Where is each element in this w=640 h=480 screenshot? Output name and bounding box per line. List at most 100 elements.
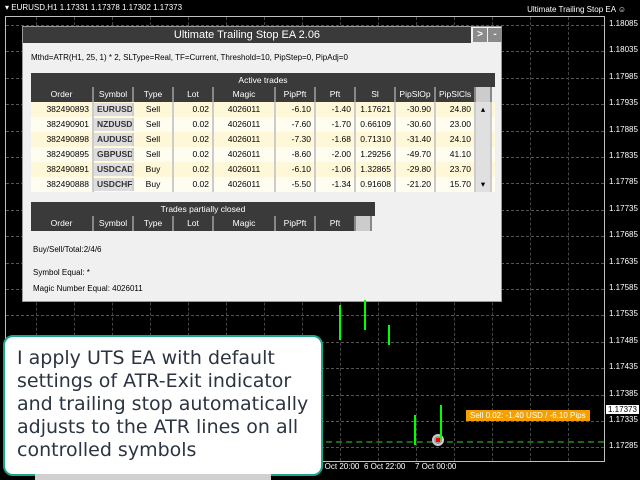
current-price: 1.17373 <box>606 405 639 414</box>
table-cell: 0.02 <box>174 102 214 117</box>
table-cell: Buy <box>134 162 174 177</box>
panel-title: Ultimate Trailing Stop EA 2.06 <box>23 27 471 43</box>
column-header[interactable]: Lot <box>174 216 214 231</box>
symbol-info: ▾ EURUSD,H1 1.17331 1.17378 1.17302 1.17… <box>5 3 183 12</box>
column-header[interactable]: Order <box>31 216 94 231</box>
price-label: 1.17535 <box>609 309 638 319</box>
table-cell: -30.90 <box>396 102 436 117</box>
column-header[interactable]: Magic <box>214 87 276 102</box>
column-header[interactable]: Lot <box>174 87 214 102</box>
partial-trades-title: Trades partially closed <box>31 202 375 216</box>
minimize-button[interactable]: - <box>488 28 502 42</box>
price-label: 1.17435 <box>609 362 638 372</box>
scrollbar-track[interactable] <box>476 162 492 177</box>
column-header[interactable]: Type <box>134 216 174 231</box>
table-cell: -8.60 <box>276 147 316 162</box>
candle <box>388 325 390 345</box>
price-label: 1.17785 <box>609 177 638 187</box>
table-cell: 1.29256 <box>356 147 396 162</box>
table-cell: -49.70 <box>396 147 436 162</box>
table-cell: 382490891 <box>31 162 94 177</box>
table-cell: -30.60 <box>396 117 436 132</box>
symbol-button[interactable]: USDCAD <box>94 163 134 176</box>
table-cell: 0.02 <box>174 132 214 147</box>
column-header[interactable]: PipSlOp <box>396 87 436 102</box>
table-row[interactable]: 382490895 GBPUSD Sell 0.02 4026011 -8.60 -2.00… <box>31 147 495 162</box>
active-trades-table: Active trades Order Symbol Type Lot Magic Pip… <box>31 73 495 192</box>
table-cell: 24.80 <box>436 102 476 117</box>
column-header[interactable]: PipPft <box>276 216 316 231</box>
stop-loss-line <box>316 441 604 443</box>
symbol-button[interactable]: AUDUSD <box>94 133 134 146</box>
caption-callout: I apply UTS EA with default settings of … <box>3 335 323 476</box>
symbol-button[interactable]: GBPUSD <box>94 148 134 161</box>
grid-line <box>530 17 531 461</box>
symbol-button[interactable]: NZDUSD <box>94 118 134 131</box>
price-label: 1.18035 <box>609 45 638 55</box>
table-cell: -1.68 <box>316 132 356 147</box>
table-row[interactable]: 382490888 USDCHF Buy 0.02 4026011 -5.50 -1.34 0… <box>31 177 495 192</box>
symbol-button[interactable]: EURUSD <box>94 103 134 116</box>
active-trades-title: Active trades <box>31 73 495 87</box>
column-header[interactable]: PipSlCls <box>436 87 476 102</box>
table-cell: -7.60 <box>276 117 316 132</box>
column-header[interactable]: Pft <box>316 216 356 231</box>
table-cell: -1.70 <box>316 117 356 132</box>
order-label: Sell 0.02: -1.40 USD / -6.10 Pips <box>466 410 590 421</box>
magic-equal-text: Magic Number Equal: 4026011 <box>33 284 143 293</box>
horizontal-scrollbar[interactable] <box>35 474 271 480</box>
scrollbar-track[interactable] <box>476 147 492 162</box>
scrollbar-track[interactable] <box>476 117 492 132</box>
table-cell: -7.30 <box>276 132 316 147</box>
expand-button[interactable]: > <box>473 28 487 42</box>
scroll-up-icon[interactable]: ▴ <box>476 102 492 117</box>
price-label: 1.17735 <box>609 203 638 213</box>
column-header[interactable]: Order <box>31 87 94 102</box>
time-label: 7 Oct 00:00 <box>415 462 457 471</box>
column-header[interactable]: Magic <box>214 216 276 231</box>
time-label: 6 Oct 22:00 <box>364 462 406 471</box>
table-cell: 0.91608 <box>356 177 396 192</box>
table-cell: 4026011 <box>214 132 276 147</box>
scrollbar-track[interactable] <box>476 132 492 147</box>
table-cell: -1.40 <box>316 102 356 117</box>
price-label: 1.17335 <box>609 415 638 424</box>
totals-text: Buy/Sell/Total:2/4/6 <box>33 245 102 254</box>
table-cell: 24.10 <box>436 132 476 147</box>
price-label: 1.17885 <box>609 124 638 134</box>
table-cell: 382490901 <box>31 117 94 132</box>
column-header[interactable]: Type <box>134 87 174 102</box>
price-label: 1.17835 <box>609 151 638 160</box>
column-header[interactable]: Symbol <box>94 216 134 231</box>
price-label: 1.17485 <box>609 335 638 345</box>
price-label: 1.17385 <box>609 388 638 398</box>
table-cell: 382490893 <box>31 102 94 117</box>
table-cell: -1.06 <box>316 162 356 177</box>
ea-label[interactable]: Ultimate Trailing Stop EA ☺ <box>527 5 626 14</box>
column-header[interactable]: Symbol <box>94 87 134 102</box>
table-cell: 15.70 <box>436 177 476 192</box>
smiley-icon: ☺ <box>617 5 626 14</box>
table-cell: -1.34 <box>316 177 356 192</box>
table-cell: 4026011 <box>214 117 276 132</box>
table-cell: 0.02 <box>174 162 214 177</box>
symbol-button[interactable]: USDCHF <box>94 178 134 191</box>
table-cell: 382490898 <box>31 132 94 147</box>
scroll-down-icon[interactable]: ▾ <box>476 177 492 192</box>
column-header[interactable]: Sl <box>356 87 396 102</box>
table-row[interactable]: 382490898 AUDUSD Sell 0.02 4026011 -7.30 -1.68… <box>31 132 495 147</box>
table-cell: 4026011 <box>214 102 276 117</box>
table-cell: -6.10 <box>276 102 316 117</box>
table-cell: 4026011 <box>214 162 276 177</box>
table-cell: -29.80 <box>396 162 436 177</box>
table-row[interactable]: 382490891 USDCAD Buy 0.02 4026011 -6.10 -1.06 1… <box>31 162 495 177</box>
table-row[interactable]: 382490901 NZDUSD Sell 0.02 4026011 -7.60 -1.70… <box>31 117 495 132</box>
column-header[interactable]: PipPft <box>276 87 316 102</box>
table-cell: 1.17621 <box>356 102 396 117</box>
price-label: 1.17935 <box>609 98 638 108</box>
column-header[interactable]: Pft <box>316 87 356 102</box>
symbol-equal-text: Symbol Equal: * <box>33 268 90 277</box>
price-label: 1.17685 <box>609 230 638 240</box>
candle <box>339 305 341 340</box>
table-row[interactable]: 382490893 EURUSD Sell 0.02 4026011 -6.10 -1.40… <box>31 102 495 117</box>
